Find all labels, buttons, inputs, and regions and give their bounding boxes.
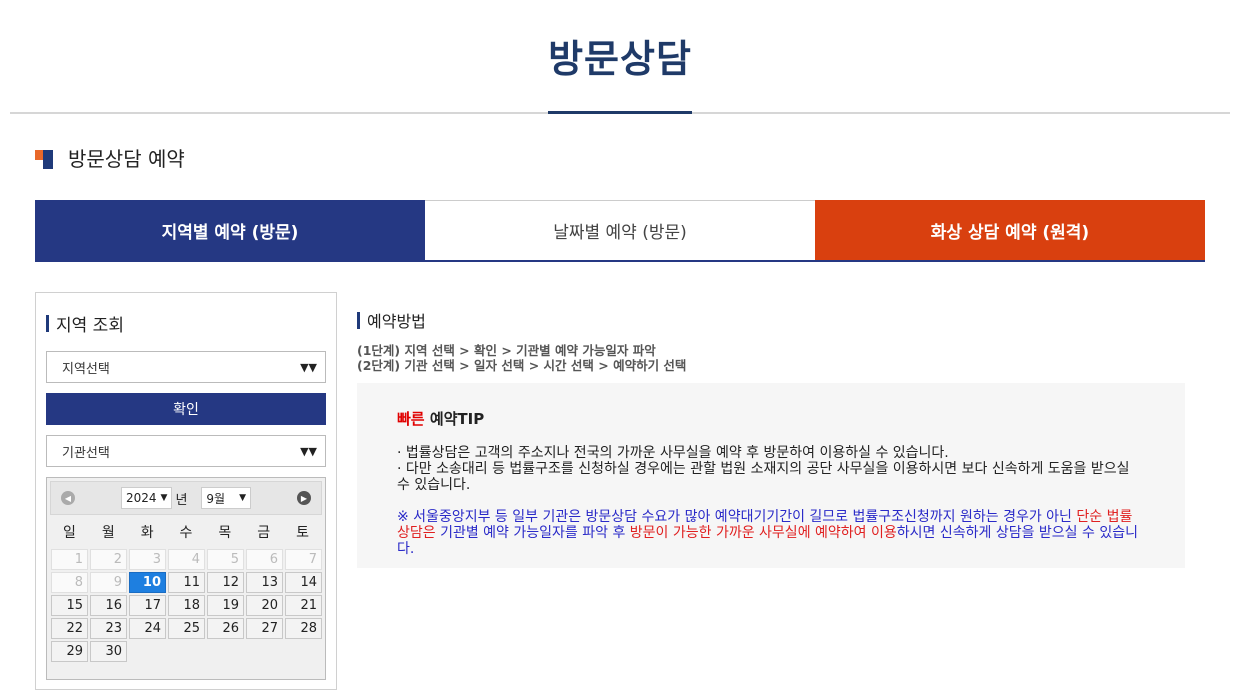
month-select[interactable]: 9월 ▼ [201, 487, 252, 509]
weekday-sun: 일 [62, 525, 76, 541]
reservation-method-label: 예약방법 [367, 312, 426, 331]
calendar-day[interactable]: 30 [90, 641, 127, 662]
prev-month-icon[interactable]: ◀ [61, 491, 75, 505]
calendar-day[interactable]: 24 [129, 618, 166, 639]
chevron-down-icon: ▼ [239, 493, 247, 503]
calendar-day[interactable]: 14 [285, 572, 322, 593]
heading-bar-icon [357, 311, 360, 329]
page-title: 방문상담 [548, 37, 692, 81]
weekday-tue: 화 [140, 525, 154, 541]
tip-title-text: 예약TIP [424, 410, 485, 428]
region-search-panel: 지역 조회 지역선택 ▼▼ 확인 기관선택 ▼▼ ◀ 2024 ▼ 년 9월 ▼ ▶… [35, 292, 337, 690]
calendar-day: 6 [246, 549, 283, 570]
calendar-day: 5 [207, 549, 244, 570]
calendar-day[interactable]: 20 [246, 595, 283, 616]
calendar-day[interactable]: 11 [168, 572, 205, 593]
reservation-method-heading: 예약방법 [357, 308, 426, 332]
weekday-mon: 월 [101, 525, 115, 541]
calendar-day[interactable]: 28 [285, 618, 322, 639]
calendar-day-selected[interactable]: 10 [129, 572, 166, 593]
calendar-day[interactable]: 29 [51, 641, 88, 662]
chevron-down-icon: ▼ [160, 493, 168, 503]
calendar-day[interactable]: 23 [90, 618, 127, 639]
reservation-tip-box: 빠른 예약TIP · 법률상담은 고객의 주소지나 전국의 가까운 사무실을 예… [357, 383, 1185, 568]
region-search-label: 지역 조회 [56, 316, 124, 336]
calendar-day[interactable]: 19 [207, 595, 244, 616]
calendar-month-picker: 2024 ▼ 년 9월 ▼ [118, 487, 254, 509]
year-value: 2024 [125, 491, 157, 505]
next-month-icon[interactable]: ▶ [296, 491, 311, 505]
tip-line-2: · 다만 소송대리 등 법률구조를 신청하실 경우에는 관할 법원 소재지의 공… [397, 461, 1130, 493]
calendar-day: 7 [285, 549, 322, 570]
year-select[interactable]: 2024 ▼ [120, 487, 173, 509]
title-divider-accent [548, 111, 692, 114]
calendar-day: 3 [129, 549, 166, 570]
year-suffix: 년 [175, 492, 188, 508]
region-select-value: 지역선택 [62, 361, 110, 377]
heading-bar-icon [46, 315, 49, 332]
chevron-down-icon: ▼▼ [300, 360, 317, 374]
chevron-down-icon: ▼▼ [300, 444, 317, 458]
step-1-text: (1단계) 지역 선택 > 확인 > 기관별 예약 가능일자 파악 [357, 343, 656, 358]
agency-select-value: 기관선택 [62, 445, 110, 461]
calendar-day[interactable]: 18 [168, 595, 205, 616]
calendar-day[interactable]: 16 [90, 595, 127, 616]
notice-text-b: 기관별 예약 가능일자를 파악 후 [435, 525, 630, 541]
calendar-day[interactable]: 25 [168, 618, 205, 639]
calendar-day[interactable]: 17 [129, 595, 166, 616]
tip-line-1: · 법률상담은 고객의 주소지나 전국의 가까운 사무실을 예약 후 방문하여 … [397, 445, 949, 461]
calendar-day[interactable]: 21 [285, 595, 322, 616]
notice-highlight-2: 방문이 가능한 가까운 사무실에 예약하여 이용 [629, 525, 897, 541]
calendar-day: 2 [90, 549, 127, 570]
tab-date-reservation[interactable]: 날짜별 예약 (방문) [425, 200, 815, 260]
calendar-day[interactable]: 13 [246, 572, 283, 593]
weekday-wed: 수 [179, 525, 193, 541]
tip-title: 빠른 예약TIP [397, 411, 1145, 427]
region-select[interactable]: 지역선택 ▼▼ [46, 351, 326, 383]
calendar: ◀ 2024 ▼ 년 9월 ▼ ▶ 일 월 화 수 목 금 토 1 2 3 4 5 … [46, 477, 326, 680]
confirm-button[interactable]: 확인 [46, 393, 326, 425]
calendar-day[interactable]: 26 [207, 618, 244, 639]
calendar-day[interactable]: 22 [51, 618, 88, 639]
tab-region-reservation[interactable]: 지역별 예약 (방문) [35, 200, 425, 260]
calendar-day: 4 [168, 549, 205, 570]
calendar-day: 9 [90, 572, 127, 593]
calendar-day[interactable]: 15 [51, 595, 88, 616]
step-2-text: (2단계) 기관 선택 > 일자 선택 > 시간 선택 > 예약하기 선택 [357, 358, 687, 373]
tab-video-consultation[interactable]: 화상 상담 예약 (원격) [815, 200, 1205, 260]
agency-select[interactable]: 기관선택 ▼▼ [46, 435, 326, 467]
calendar-days: 1 2 3 4 5 6 7 8 9 10 11 12 13 14 15 16 1… [50, 549, 322, 662]
weekday-thu: 목 [218, 525, 232, 541]
weekday-row: 일 월 화 수 목 금 토 [50, 515, 322, 549]
section-title: 방문상담 예약 [68, 147, 185, 171]
notice-text-a: ※ 서울중앙지부 등 일부 기관은 방문상담 수요가 많아 예약대기기간이 길므… [397, 509, 1077, 525]
tip-notice: ※ 서울중앙지부 등 일부 기관은 방문상담 수요가 많아 예약대기기간이 길므… [397, 509, 1145, 557]
calendar-day: 8 [51, 572, 88, 593]
month-value: 9월 [206, 491, 226, 506]
section-square-icon [35, 147, 55, 169]
calendar-day: 1 [51, 549, 88, 570]
calendar-header: ◀ 2024 ▼ 년 9월 ▼ ▶ [50, 481, 322, 515]
weekday-sat: 토 [296, 525, 310, 541]
section-heading: 방문상담 예약 [35, 143, 185, 172]
calendar-day[interactable]: 12 [207, 572, 244, 593]
tip-title-highlight: 빠른 [397, 410, 425, 428]
weekday-fri: 금 [257, 525, 271, 541]
reservation-tabs: 지역별 예약 (방문) 날짜별 예약 (방문) 화상 상담 예약 (원격) [35, 200, 1205, 262]
calendar-day[interactable]: 27 [246, 618, 283, 639]
region-search-heading: 지역 조회 [46, 311, 326, 336]
reservation-steps: (1단계) 지역 선택 > 확인 > 기관별 예약 가능일자 파악 (2단계) … [357, 343, 686, 373]
